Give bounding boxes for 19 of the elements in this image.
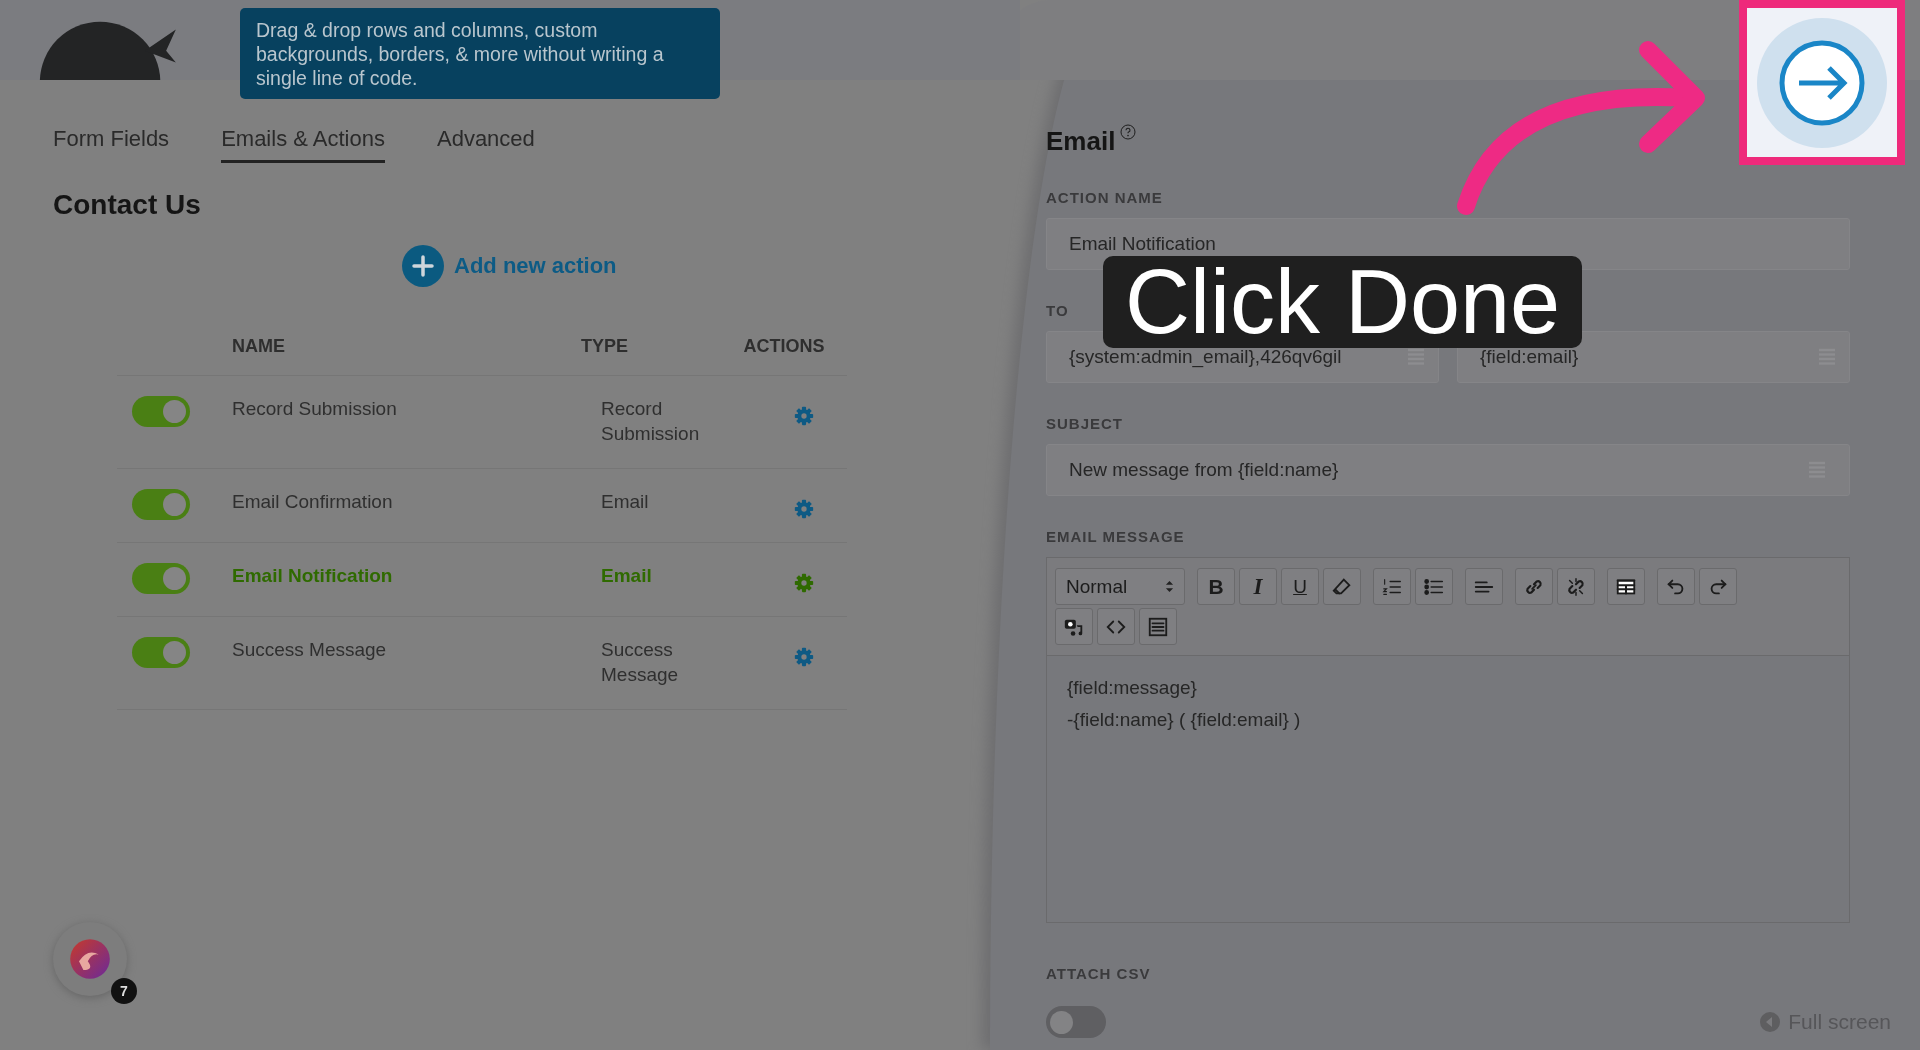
field-label: TO xyxy=(1046,302,1070,319)
field-label: ACTION NAME xyxy=(1046,189,1164,206)
panel-title: Email xyxy=(1046,126,1116,157)
notification-badge: 7 xyxy=(111,978,137,1004)
column-header: NAME xyxy=(232,335,286,357)
field-label: ATTACH CSV xyxy=(1046,965,1152,982)
column-header: ACTIONS xyxy=(742,335,826,357)
field-label: SUBJECT xyxy=(1046,415,1124,432)
form-title: Contact Us xyxy=(53,189,202,221)
message-line: {field:message} xyxy=(1067,676,1198,700)
field-label: EMAIL MESSAGE xyxy=(1046,528,1186,545)
column-header: TYPE xyxy=(581,335,629,357)
action-type: Success Message xyxy=(601,638,680,687)
message-line: -{field:name} ( {field:email} ) xyxy=(1067,708,1302,732)
action-type: Email xyxy=(601,490,650,514)
caption-overlay: Click Done xyxy=(1103,256,1583,348)
tooltip: Drag & drop rows and columns, custom backgrounds, borders, & more without writing a single line of code. xyxy=(240,8,720,99)
action-type: Record Submission xyxy=(601,397,701,446)
action-type: Email xyxy=(601,564,653,588)
